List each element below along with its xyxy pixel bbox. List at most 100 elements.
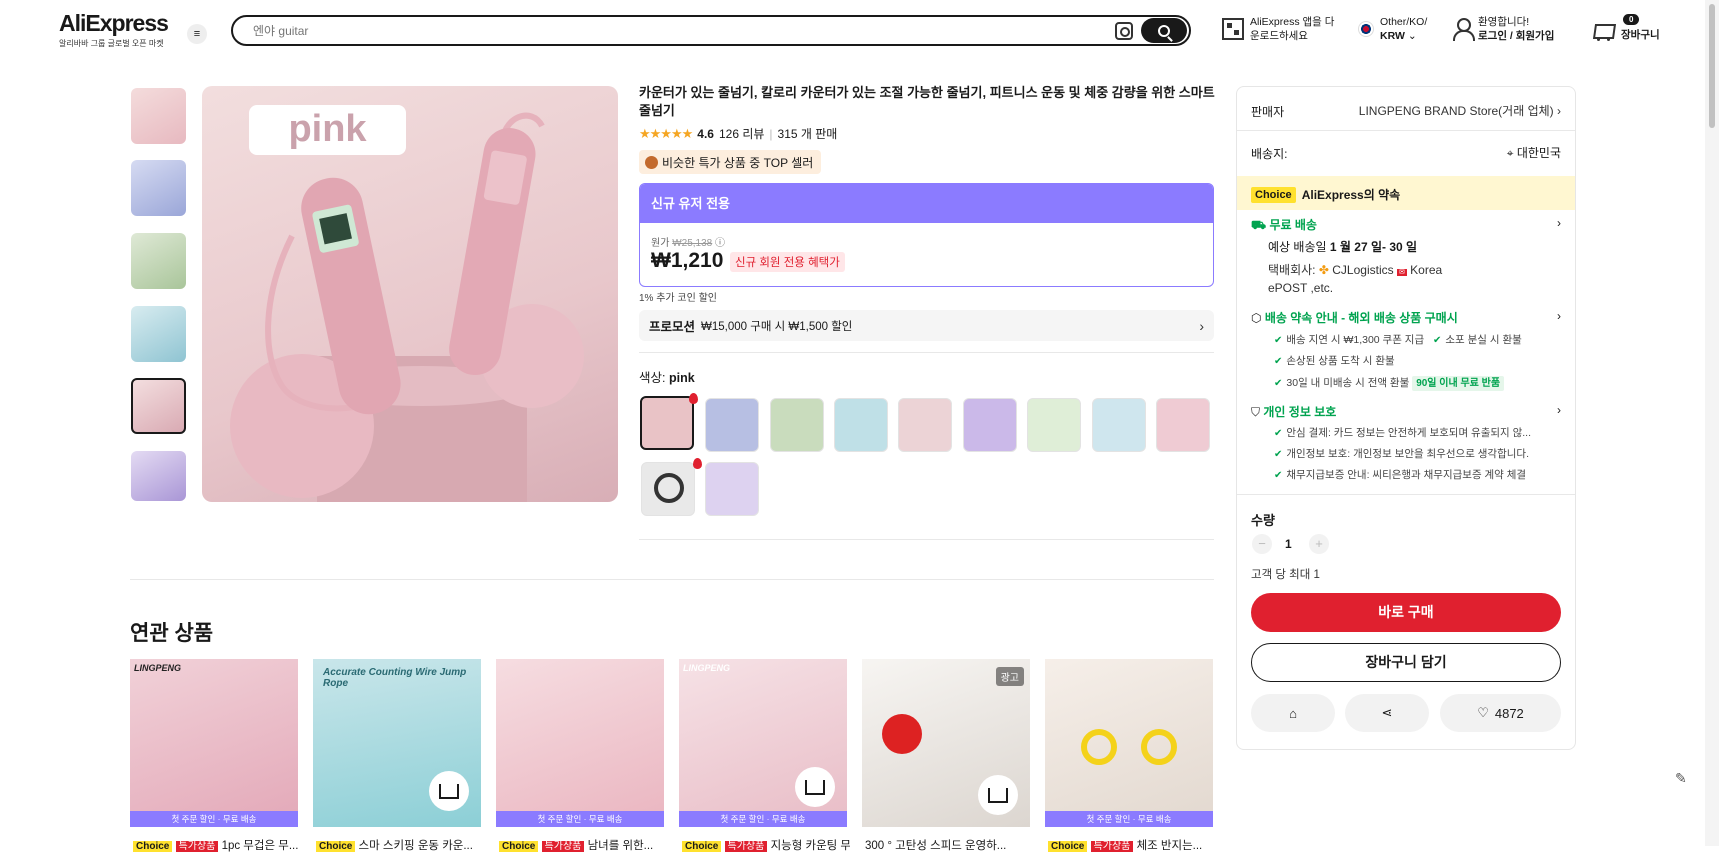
- page-scrollbar[interactable]: [1705, 0, 1719, 846]
- category-menu-button[interactable]: ≡: [187, 24, 207, 44]
- related-card-1[interactable]: LINGPENG 첫 주문 할인 · 무료 배송: [130, 659, 298, 827]
- color-swatch-11[interactable]: [705, 462, 759, 516]
- thumbnail-6[interactable]: [131, 451, 186, 501]
- gym-ring-right: [1141, 729, 1177, 765]
- color-swatch-3[interactable]: [770, 398, 824, 452]
- aliexpress-logo[interactable]: AliExpress 알리바바 그룹 글로벌 오픈 마켓: [59, 10, 169, 49]
- sale-tag: 특가상품: [175, 841, 219, 852]
- promise-3-text: 손상된 상품 도착 시 환불: [1286, 355, 1395, 367]
- carrier-row: 택배회사: ✤ CJLogistics ✉ Korea: [1268, 261, 1442, 278]
- color-swatch-4[interactable]: [834, 398, 888, 452]
- color-swatch-pink[interactable]: [640, 396, 694, 450]
- cart-icon: [1591, 20, 1615, 42]
- color-swatch-6[interactable]: [963, 398, 1017, 452]
- color-label-row: 색상: pink: [639, 367, 695, 386]
- wishlist-button[interactable]: ♡ 4872: [1440, 694, 1561, 732]
- quantity-value[interactable]: 1: [1285, 537, 1292, 551]
- buy-now-button[interactable]: 바로 구매: [1251, 593, 1561, 632]
- related-card-2-title[interactable]: Choice 스마 스키핑 운동 카운...: [316, 837, 484, 853]
- scrollbar-thumb[interactable]: [1709, 4, 1715, 128]
- color-swatch-7[interactable]: [1027, 398, 1081, 452]
- search-icon: [1158, 24, 1170, 37]
- thumbnail-4[interactable]: [131, 306, 186, 362]
- qr-code-icon: [1222, 18, 1244, 40]
- related-card-2[interactable]: Accurate Counting Wire Jump Rope: [313, 659, 481, 827]
- color-swatch-8[interactable]: [1092, 398, 1146, 452]
- privacy-protection-row[interactable]: ⛉ 개인 정보 보호 ›: [1251, 403, 1561, 420]
- privacy-item-3: ✔ 채무지급보증 안내: 씨티은행과 채무지급보증 계약 체결: [1274, 467, 1526, 482]
- top-seller-text: 비슷한 특가 상품 중 TOP 셀러: [662, 155, 814, 170]
- feedback-edit-icon[interactable]: ✎: [1675, 770, 1687, 787]
- promotion-row[interactable]: 프로모션 ₩15,000 구매 시 ₩1,500 할인 ›: [639, 310, 1214, 341]
- card-title: 스마 스키핑 운동 카운...: [358, 840, 473, 852]
- store-button[interactable]: ⌂: [1251, 694, 1335, 732]
- rating-row: ★★★★★ 4.6 126 리뷰 | 315 개 판매: [639, 125, 837, 142]
- add-to-cart-icon[interactable]: [795, 767, 835, 807]
- chevron-right-icon: ›: [1557, 403, 1561, 417]
- info-icon[interactable]: ⓘ: [715, 238, 725, 249]
- card-promo-strip: 첫 주문 할인 · 무료 배송: [1045, 811, 1213, 827]
- korea-post-logo-icon: ✉: [1396, 269, 1407, 276]
- related-products-title: 연관 상품: [130, 622, 214, 645]
- choice-tag: Choice: [499, 841, 539, 852]
- review-count-link[interactable]: 126 리뷰: [719, 125, 764, 142]
- gym-ring-left: [1081, 729, 1117, 765]
- promotion-text: ₩15,000 구매 시 ₩1,500 할인: [701, 320, 853, 333]
- delivery-prefix: 예상 배송일: [1268, 240, 1327, 254]
- divider: [1237, 130, 1575, 131]
- color-swatch-9[interactable]: [1156, 398, 1210, 452]
- quantity-increase-button[interactable]: +: [1309, 534, 1329, 554]
- thumbnail-3[interactable]: [131, 233, 186, 289]
- login-signup-link[interactable]: 로그인 / 회원가입: [1478, 30, 1554, 42]
- carrier-1: CJLogistics: [1332, 263, 1394, 277]
- search-button[interactable]: [1141, 18, 1187, 43]
- related-card-5-title[interactable]: 300 ° 고탄성 스피드 운영하...: [865, 837, 1033, 853]
- free-return-badge: 90일 이내 무료 반품: [1412, 376, 1505, 391]
- related-card-5[interactable]: 광고: [862, 659, 1030, 827]
- main-product-image[interactable]: pink: [202, 86, 618, 502]
- related-card-6-title[interactable]: Choice 특가상품 체조 반지는...: [1048, 837, 1216, 853]
- related-card-1-title[interactable]: Choice 특가상품 1pc 무겁은 무...: [133, 837, 301, 853]
- color-label: 색상:: [639, 371, 666, 385]
- related-card-6[interactable]: 첫 주문 할인 · 무료 배송: [1045, 659, 1213, 827]
- delivery-promise-row[interactable]: ⬡ 배송 약속 안내 - 해외 배송 상품 구매시 ›: [1251, 309, 1561, 326]
- account-menu[interactable]: 환영합니다! 로그인 / 회원가입: [1452, 15, 1554, 43]
- share-button[interactable]: ⋖: [1345, 694, 1429, 732]
- privacy-item-1: ✔ 안심 결제: 카드 정보는 안전하게 보호되며 유출되지 않...: [1274, 425, 1544, 440]
- ship-to-label: 배송지:: [1251, 147, 1288, 161]
- cart-label: 장바구니: [1621, 29, 1660, 41]
- add-to-cart-icon[interactable]: [429, 771, 469, 811]
- color-overlay-label: pink: [249, 105, 406, 155]
- color-swatch-5[interactable]: [898, 398, 952, 452]
- divider: [639, 352, 1214, 353]
- free-shipping-row[interactable]: ⛟ 무료 배송 ›: [1251, 216, 1561, 234]
- privacy-title: 개인 정보 보호: [1263, 405, 1337, 419]
- ship-to-selector[interactable]: ⌖ 대한민국: [1482, 144, 1561, 161]
- app-download-link[interactable]: AliExpress 앱을 다 운로드하세요: [1222, 15, 1334, 43]
- related-card-4[interactable]: LINGPENG 첫 주문 할인 · 무료 배송: [679, 659, 847, 827]
- related-card-3-title[interactable]: Choice 특가상품 남녀를 위한...: [499, 837, 667, 853]
- card-title: 남녀를 위한...: [587, 840, 654, 852]
- add-to-cart-button[interactable]: 장바구니 담기: [1251, 643, 1561, 682]
- thumbnail-5-selected[interactable]: [131, 378, 186, 434]
- related-card-3[interactable]: 첫 주문 할인 · 무료 배송: [496, 659, 664, 827]
- search-input[interactable]: [253, 21, 1073, 41]
- quantity-decrease-button[interactable]: −: [1252, 534, 1272, 554]
- color-swatch-2[interactable]: [705, 398, 759, 452]
- promise-item-3: ✔ 손상된 상품 도착 시 환불: [1274, 353, 1395, 368]
- seller-name: LINGPENG BRAND Store(거래 업체): [1358, 104, 1554, 118]
- check-icon: ✔: [1274, 335, 1283, 346]
- thumbnail-1[interactable]: [131, 88, 186, 144]
- color-swatch-10[interactable]: [641, 462, 695, 516]
- check-icon: ✔: [1274, 428, 1283, 439]
- related-card-4-title[interactable]: Choice 특가상품 지능형 카운팅 무선 줄...: [682, 837, 850, 853]
- truck-icon: ⛟: [1251, 218, 1267, 232]
- add-to-cart-icon[interactable]: [978, 775, 1018, 815]
- promise-2-text: 소포 분실 시 환불: [1445, 334, 1522, 346]
- region-currency-selector[interactable]: Other/KO/KRW ⌄: [1358, 15, 1427, 43]
- choice-promise-text: AliExpress의 약속: [1301, 188, 1401, 202]
- image-search-icon[interactable]: [1115, 22, 1133, 40]
- ad-label: 광고: [995, 667, 1024, 686]
- seller-store-link[interactable]: LINGPENG BRAND Store(거래 업체) ›: [1342, 102, 1561, 119]
- thumbnail-2[interactable]: [131, 160, 186, 216]
